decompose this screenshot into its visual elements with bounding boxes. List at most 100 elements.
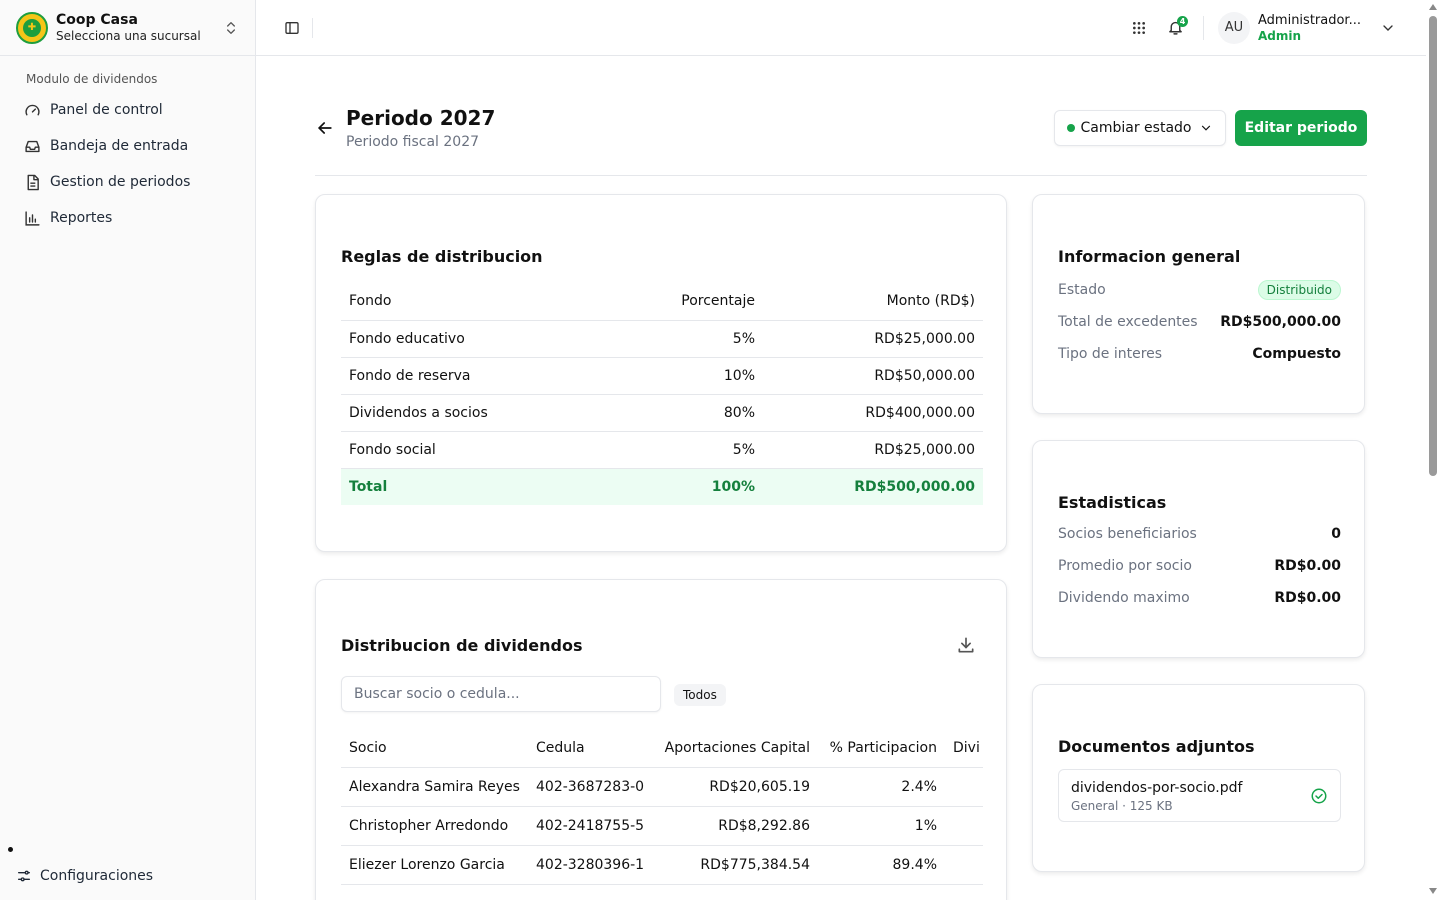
info-label: Total de excedentes bbox=[1058, 314, 1198, 330]
page-header: Periodo 2027 Periodo fiscal 2027 Cambiar… bbox=[315, 106, 1367, 176]
user-name: Administrador... bbox=[1258, 12, 1361, 28]
notifications-button[interactable]: 4 bbox=[1159, 12, 1191, 44]
table-row[interactable]: Alexandra Samira Reyes 402-3687283-0 RD$… bbox=[341, 767, 983, 807]
table-row[interactable]: Eliezer Lorenzo Garcia 402-3280396-1 RD$… bbox=[341, 845, 983, 885]
table-row: Fondo de reserva 10% RD$50,000.00 bbox=[341, 357, 983, 395]
state-dot bbox=[1066, 124, 1075, 132]
member-share: 1% bbox=[818, 806, 945, 846]
fund-percent: 5% bbox=[563, 431, 763, 469]
info-row-surplus: Total de excedentes RD$500,000.00 bbox=[1058, 314, 1341, 330]
info-value: 0 bbox=[1331, 526, 1341, 542]
chevron-down-icon bbox=[1202, 125, 1211, 131]
inbox-icon bbox=[25, 140, 40, 152]
member-dividend bbox=[945, 806, 983, 846]
member-name: Christopher Arredondo bbox=[341, 806, 528, 846]
info-row-members: Socios beneficiarios 0 bbox=[1058, 526, 1341, 542]
info-label: Estado bbox=[1058, 282, 1106, 298]
column-header: Porcentaje bbox=[563, 282, 763, 321]
member-capital: RD$20,605.19 bbox=[654, 767, 818, 807]
arrow-left-icon[interactable] bbox=[315, 118, 335, 138]
scroll-thumb[interactable] bbox=[1429, 16, 1437, 476]
info-row-interest: Tipo de interes Compuesto bbox=[1058, 346, 1341, 362]
member-name: Alexandra Samira Reyes bbox=[341, 767, 528, 807]
fund-amount: RD$25,000.00 bbox=[763, 431, 983, 469]
user-role: Admin bbox=[1258, 28, 1302, 43]
member-share: 2.4% bbox=[818, 767, 945, 807]
member-id: 402-2418755-5 bbox=[528, 806, 654, 846]
sidebar-item-reports[interactable]: Reportes bbox=[0, 200, 255, 236]
member-name: Eliezer Lorenzo Garcia bbox=[341, 845, 528, 885]
divider bbox=[1203, 15, 1204, 40]
sidebar-item-periods[interactable]: Gestion de periodos bbox=[0, 164, 255, 200]
sidebar-toggle-button[interactable] bbox=[278, 14, 306, 42]
column-header: Monto (RD$) bbox=[763, 282, 983, 321]
card-title: Distribucion de dividendos bbox=[341, 636, 583, 655]
divider bbox=[312, 17, 313, 38]
scroll-down-arrow[interactable] bbox=[1429, 888, 1437, 894]
column-header: Fondo bbox=[341, 282, 563, 321]
total-amount: RD$500,000.00 bbox=[763, 468, 983, 505]
edit-period-button[interactable]: Editar periodo bbox=[1235, 110, 1367, 146]
sidebar-item-label: Reportes bbox=[50, 210, 113, 226]
brand-subtitle: Selecciona una sucursal bbox=[56, 28, 201, 43]
distribution-table-wrapper[interactable]: Socio Cedula Aportaciones Capital % Part… bbox=[341, 729, 983, 900]
scroll-up-arrow[interactable] bbox=[1429, 4, 1437, 10]
table-header-row: Socio Cedula Aportaciones Capital % Part… bbox=[341, 729, 983, 768]
file-icon bbox=[27, 174, 39, 190]
page-scrollbar[interactable] bbox=[1426, 0, 1440, 900]
column-header: Divi bbox=[945, 729, 983, 768]
column-header: Aportaciones Capital bbox=[654, 729, 818, 768]
topbar: 4 AU Administrador... Admin bbox=[256, 0, 1426, 56]
member-capital: RD$775,384.54 bbox=[654, 845, 818, 885]
info-value: Compuesto bbox=[1252, 346, 1341, 362]
table-row: Fondo social 5% RD$25,000.00 bbox=[341, 431, 983, 469]
fund-percent: 80% bbox=[563, 394, 763, 432]
gauge-icon bbox=[25, 104, 40, 115]
info-value: RD$500,000.00 bbox=[1220, 314, 1341, 330]
column-header: Socio bbox=[341, 729, 528, 768]
user-menu[interactable]: Administrador... Admin bbox=[1258, 13, 1370, 43]
document-item[interactable]: dividendos-por-socio.pdf General · 125 K… bbox=[1058, 769, 1341, 822]
column-header: % Participacion bbox=[818, 729, 945, 768]
member-id: 402-3280396-1 bbox=[528, 845, 654, 885]
document-name: dividendos-por-socio.pdf bbox=[1071, 780, 1243, 796]
member-id: 402-3687283-0 bbox=[528, 767, 654, 807]
table-row: Dividendos a socios 80% RD$400,000.00 bbox=[341, 394, 983, 432]
search-input[interactable] bbox=[341, 676, 661, 712]
table-row[interactable]: Christopher Arredondo 402-2418755-5 RD$8… bbox=[341, 806, 983, 846]
document-meta: General · 125 KB bbox=[1071, 799, 1173, 813]
documents-card: Documentos adjuntos dividendos-por-socio… bbox=[1032, 684, 1365, 872]
column-header: Cedula bbox=[528, 729, 654, 768]
apps-button[interactable] bbox=[1123, 12, 1155, 44]
info-row-max: Dividendo maximo RD$0.00 bbox=[1058, 590, 1341, 606]
distribution-rules-card: Reglas de distribucion Fondo Porcentaje … bbox=[315, 194, 1007, 552]
page-subtitle: Periodo fiscal 2027 bbox=[346, 134, 480, 150]
chevrons-up-down-icon bbox=[227, 21, 235, 34]
sidebar-item-inbox[interactable]: Bandeja de entrada bbox=[0, 128, 255, 164]
card-title: Estadisticas bbox=[1058, 493, 1167, 512]
status-badge: Distribuido bbox=[1257, 280, 1341, 300]
info-value: RD$0.00 bbox=[1274, 590, 1341, 606]
member-dividend bbox=[945, 845, 983, 885]
total-row: Total 100% RD$500,000.00 bbox=[341, 468, 983, 505]
chevron-down-icon[interactable] bbox=[1380, 20, 1396, 36]
download-icon[interactable] bbox=[956, 635, 976, 655]
sidebar-item-panel[interactable]: Panel de control bbox=[0, 92, 255, 128]
info-label: Socios beneficiarios bbox=[1058, 526, 1197, 542]
table-header-row: Fondo Porcentaje Monto (RD$) bbox=[341, 282, 983, 321]
sidebar-item-settings[interactable]: Configuraciones bbox=[0, 858, 256, 894]
total-label: Total bbox=[341, 468, 563, 505]
fund-name: Dividendos a socios bbox=[341, 394, 563, 432]
fund-amount: RD$400,000.00 bbox=[763, 394, 983, 432]
filter-badge[interactable]: Todos bbox=[674, 684, 726, 706]
info-value: RD$0.00 bbox=[1274, 558, 1341, 574]
change-state-label: Cambiar estado bbox=[1080, 120, 1192, 136]
change-state-button[interactable]: Cambiar estado bbox=[1054, 110, 1226, 146]
avatar[interactable]: AU bbox=[1218, 11, 1250, 44]
member-dividend bbox=[945, 767, 983, 807]
card-title: Informacion general bbox=[1058, 247, 1241, 266]
dot-indicator bbox=[8, 847, 13, 852]
branch-switcher[interactable]: ✚ Coop Casa Selecciona una sucursal bbox=[0, 0, 255, 56]
fund-name: Fondo de reserva bbox=[341, 357, 563, 395]
general-info-card: Informacion general Estado Distribuido T… bbox=[1032, 194, 1365, 414]
